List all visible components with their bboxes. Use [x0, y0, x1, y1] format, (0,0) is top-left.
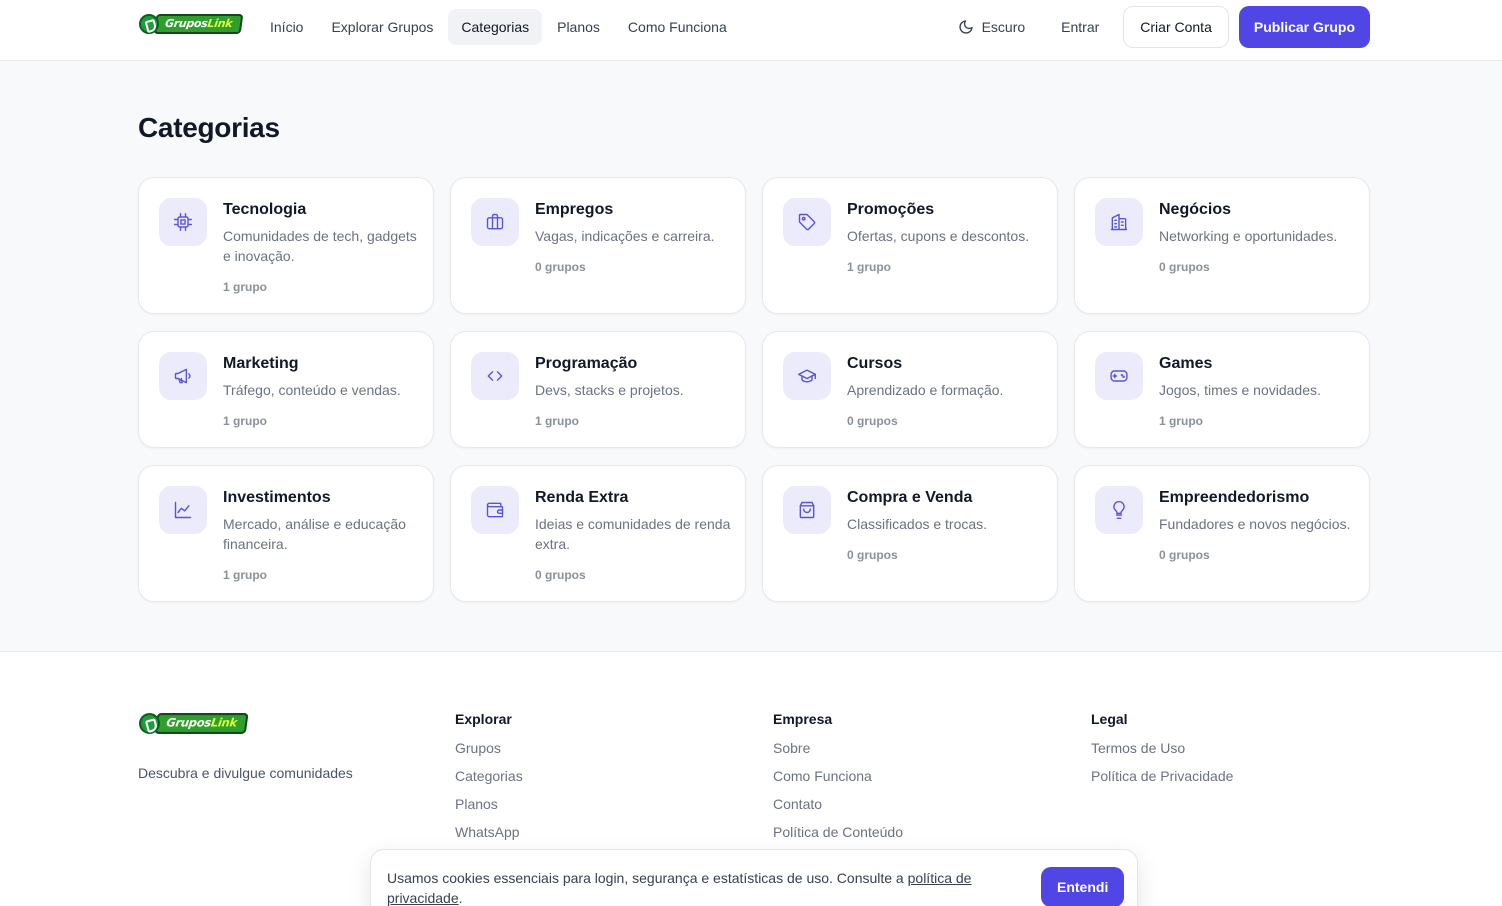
footer-column-empresa: Empresa Sobre Como Funciona Contato Polí… — [773, 711, 903, 853]
category-name: Programação — [535, 355, 638, 372]
category-count: 1 grupo — [223, 280, 267, 294]
category-card-compra-e-venda[interactable]: Compra e Venda Classificados e trocas. 0… — [762, 465, 1058, 602]
footer-link-planos[interactable]: Planos — [455, 797, 523, 825]
category-count: 1 grupo — [1159, 414, 1203, 428]
category-card-renda-extra[interactable]: Renda Extra Ideias e comunidades de rend… — [450, 465, 746, 602]
category-card-programacao[interactable]: Programação Devs, stacks e projetos. 1 g… — [450, 331, 746, 448]
site-header: GruposLink Início Explorar Grupos Catego… — [0, 0, 1502, 61]
nav-explorar-grupos[interactable]: Explorar Grupos — [318, 9, 446, 45]
category-count: 0 grupos — [1159, 548, 1210, 562]
footer-column-title: Empresa — [773, 711, 833, 727]
main-nav: Início Explorar Grupos Categorias Planos… — [257, 9, 742, 45]
footer-link-termos[interactable]: Termos de Uso — [1091, 741, 1233, 769]
category-card-cursos[interactable]: Cursos Aprendizado e formação. 0 grupos — [762, 331, 1058, 448]
category-count: 0 grupos — [535, 260, 586, 274]
category-count: 1 grupo — [847, 260, 891, 274]
category-card-promocoes[interactable]: Promoções Ofertas, cupons e descontos. 1… — [762, 177, 1058, 314]
category-name: Empreendedorismo — [1159, 489, 1310, 506]
category-name: Games — [1159, 355, 1213, 372]
footer-column-legal: Legal Termos de Uso Política de Privacid… — [1091, 711, 1233, 797]
footer-link-categorias[interactable]: Categorias — [455, 769, 523, 797]
category-name: Tecnologia — [223, 201, 307, 218]
briefcase-icon — [471, 198, 519, 246]
gamepad-icon — [1095, 352, 1143, 400]
footer-tagline: Descubra e divulgue comunidades — [138, 765, 353, 781]
lightbulb-icon — [1095, 486, 1143, 534]
nav-planos[interactable]: Planos — [544, 9, 613, 45]
category-name: Negócios — [1159, 201, 1232, 218]
cookie-text: Usamos cookies essenciais para login, se… — [387, 870, 972, 906]
footer-link-grupos[interactable]: Grupos — [455, 741, 523, 769]
publish-group-button[interactable]: Publicar Grupo — [1238, 6, 1370, 48]
category-description: Mercado, análise e educação financeira. — [223, 516, 406, 552]
category-count: 0 grupos — [535, 568, 586, 582]
category-description: Tráfego, conteúdo e vendas. — [223, 382, 401, 398]
category-description: Aprendizado e formação. — [847, 382, 1004, 398]
category-count: 0 grupos — [847, 548, 898, 562]
footer-logo[interactable]: GruposLink — [139, 713, 249, 734]
logo-wordmark: GruposLink — [153, 14, 244, 34]
footer-column-explorar: Explorar Grupos Categorias Planos WhatsA… — [455, 711, 523, 853]
category-card-marketing[interactable]: Marketing Tráfego, conteúdo e vendas. 1 … — [138, 331, 434, 448]
category-description: Networking e oportunidades. — [1159, 228, 1338, 244]
category-count: 1 grupo — [223, 414, 267, 428]
signup-button[interactable]: Criar Conta — [1123, 6, 1229, 48]
category-card-empregos[interactable]: Empregos Vagas, indicações e carreira. 0… — [450, 177, 746, 314]
logo-wordmark: GruposLink — [154, 713, 249, 734]
site-logo[interactable]: GruposLink — [139, 14, 244, 34]
accept-cookies-button[interactable]: Entendi — [1041, 867, 1125, 906]
login-link[interactable]: Entrar — [1061, 19, 1099, 35]
category-description: Ideias e comunidades de renda extra. — [535, 516, 731, 552]
chart-line-icon — [159, 486, 207, 534]
category-card-negocios[interactable]: Negócios Networking e oportunidades. 0 g… — [1074, 177, 1370, 314]
category-card-investimentos[interactable]: Investimentos Mercado, análise e educaçã… — [138, 465, 434, 602]
footer-link-sobre[interactable]: Sobre — [773, 741, 903, 769]
category-card-tecnologia[interactable]: Tecnologia Comunidades de tech, gadgets … — [138, 177, 434, 314]
category-count: 1 grupo — [223, 568, 267, 582]
graduation-cap-icon — [783, 352, 831, 400]
category-description: Vagas, indicações e carreira. — [535, 228, 715, 244]
footer-link-privacidade[interactable]: Política de Privacidade — [1091, 769, 1233, 797]
category-count: 0 grupos — [847, 414, 898, 428]
category-name: Marketing — [223, 355, 299, 372]
wallet-icon — [471, 486, 519, 534]
nav-categorias[interactable]: Categorias — [448, 9, 543, 45]
category-card-empreendedorismo[interactable]: Empreendedorismo Fundadores e novos negó… — [1074, 465, 1370, 602]
cookie-banner: Usamos cookies essenciais para login, se… — [370, 849, 1138, 906]
moon-icon — [958, 20, 973, 34]
theme-toggle[interactable]: Escuro — [958, 19, 1026, 35]
category-description: Jogos, times e novidades. — [1159, 382, 1321, 398]
shopping-bag-icon — [783, 486, 831, 534]
footer-column-title: Explorar — [455, 711, 512, 727]
category-description: Devs, stacks e projetos. — [535, 382, 684, 398]
theme-toggle-label: Escuro — [981, 19, 1026, 35]
category-card-games[interactable]: Games Jogos, times e novidades. 1 grupo — [1074, 331, 1370, 448]
header-actions: Escuro Entrar Criar Conta Publicar Grupo — [958, 6, 1370, 48]
category-name: Investimentos — [223, 489, 331, 506]
category-description: Ofertas, cupons e descontos. — [847, 228, 1030, 244]
footer-link-como-funciona[interactable]: Como Funciona — [773, 769, 903, 797]
page-title: Categorias — [138, 112, 280, 143]
category-name: Cursos — [847, 355, 903, 372]
nav-como-funciona[interactable]: Como Funciona — [615, 9, 740, 45]
category-name: Promoções — [847, 201, 935, 218]
footer-column-title: Legal — [1091, 711, 1128, 727]
category-name: Renda Extra — [535, 489, 629, 506]
category-description: Fundadores e novos negócios. — [1159, 516, 1351, 532]
category-name: Empregos — [535, 201, 614, 218]
category-description: Comunidades de tech, gadgets e inovação. — [223, 228, 417, 264]
category-name: Compra e Venda — [847, 489, 973, 506]
nav-inicio[interactable]: Início — [257, 9, 316, 45]
cpu-icon — [159, 198, 207, 246]
tag-icon — [783, 198, 831, 246]
code-icon — [471, 352, 519, 400]
whatsapp-icon — [139, 713, 160, 734]
category-count: 0 grupos — [1159, 260, 1210, 274]
footer-link-contato[interactable]: Contato — [773, 797, 903, 825]
whatsapp-icon — [139, 14, 159, 34]
building-icon — [1095, 198, 1143, 246]
megaphone-icon — [159, 352, 207, 400]
category-count: 1 grupo — [535, 414, 579, 428]
category-description: Classificados e trocas. — [847, 516, 988, 532]
